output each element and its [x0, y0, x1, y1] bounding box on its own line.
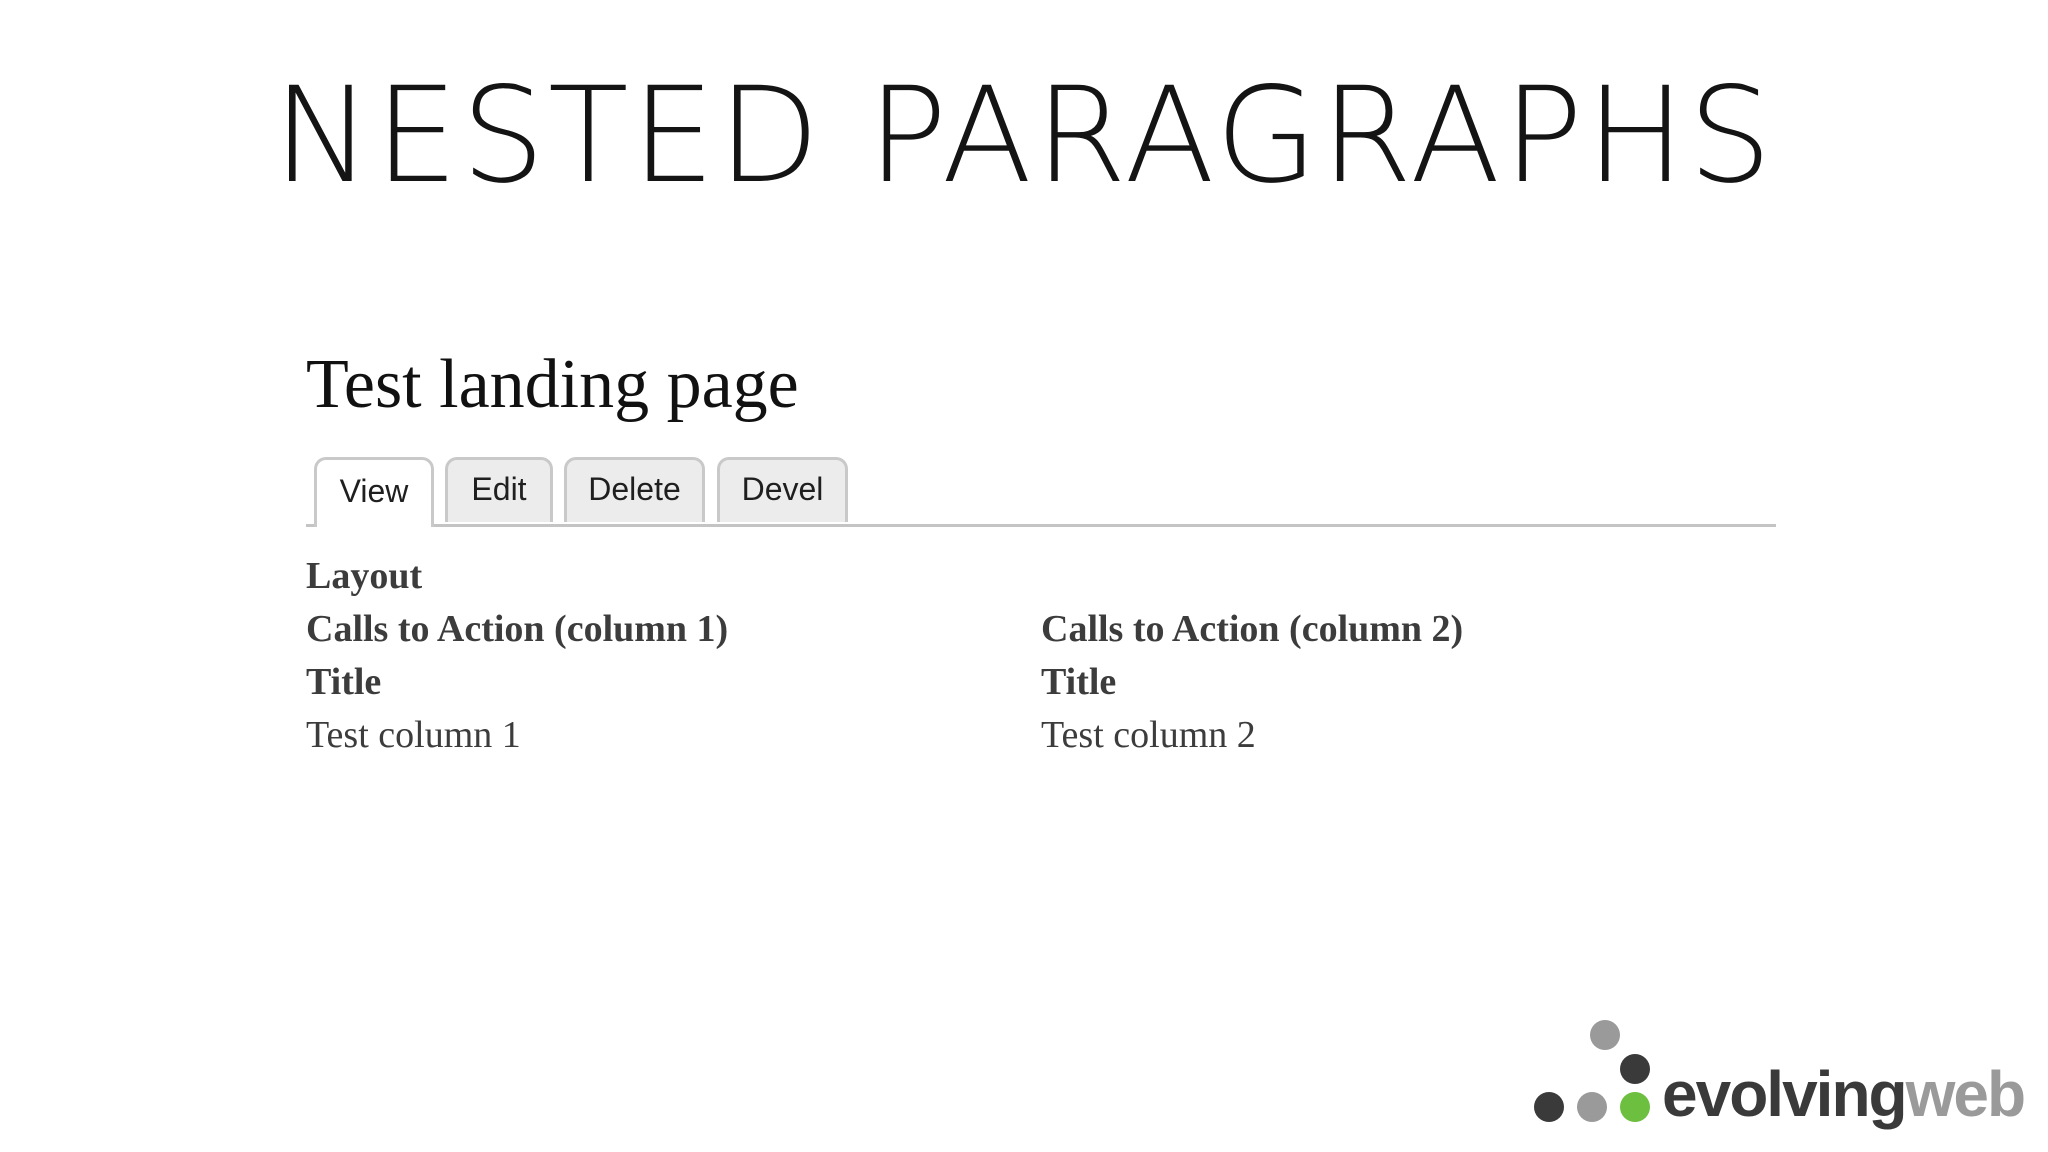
tab-edit[interactable]: Edit	[445, 457, 553, 522]
slide-title: NESTED PARAGRAPHS	[273, 59, 1775, 213]
evolvingweb-logo: evolvingweb	[1534, 1020, 2026, 1140]
tab-devel[interactable]: Devel	[717, 457, 848, 522]
logo-text-dark: evolving	[1662, 1058, 1908, 1130]
layout-label: Layout	[306, 555, 423, 597]
logo-dot-icon	[1534, 1092, 1564, 1122]
logo-dot-icon	[1620, 1054, 1650, 1084]
logo-wordmark: evolvingweb	[1662, 1062, 2026, 1126]
column-heading: Calls to Action (column 2)	[1041, 608, 1464, 650]
tab-delete[interactable]: Delete	[564, 457, 705, 522]
tab-bar: View Edit Delete Devel	[306, 454, 1776, 527]
page-title: Test landing page	[306, 346, 799, 423]
logo-dot-icon	[1590, 1020, 1620, 1050]
column-1: Calls to Action (column 1) Title Test co…	[306, 603, 1041, 762]
logo-dot-icon	[1577, 1092, 1607, 1122]
tab-view[interactable]: View	[314, 457, 434, 527]
field-value: Test column 1	[306, 714, 521, 756]
field-label: Title	[1041, 661, 1117, 703]
layout-columns: Calls to Action (column 1) Title Test co…	[306, 603, 1776, 762]
field-label: Title	[306, 661, 382, 703]
column-heading: Calls to Action (column 1)	[306, 608, 729, 650]
logo-text-light: web	[1905, 1058, 2026, 1130]
logo-dot-icon	[1620, 1092, 1650, 1122]
column-2: Calls to Action (column 2) Title Test co…	[1041, 603, 1776, 762]
field-value: Test column 2	[1041, 714, 1256, 756]
node-content: Layout Calls to Action (column 1) Title …	[306, 550, 1776, 762]
